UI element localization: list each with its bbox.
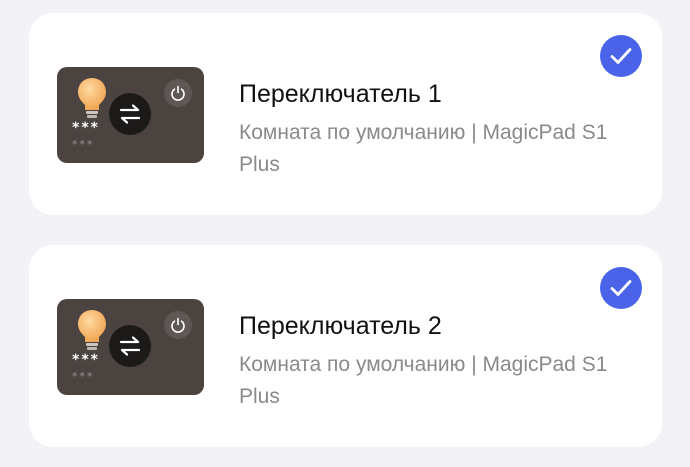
device-name: Переключатель 2 xyxy=(239,312,442,340)
swap-arrows-icon xyxy=(109,325,151,367)
checkmark-icon[interactable] xyxy=(600,267,642,309)
checkmark-icon[interactable] xyxy=(600,35,642,77)
device-name: Переключатель 1 xyxy=(239,80,442,108)
device-card-2[interactable]: *** *** Переключатель 2 Комната по умолч… xyxy=(29,245,662,447)
device-location: Комната по умолчанию | MagicPad S1 Plus xyxy=(239,121,608,176)
device-thumbnail: *** *** xyxy=(57,299,204,395)
thumbnail-secondary-text: *** xyxy=(72,370,95,383)
device-list: *** *** Переключатель 1 Комната по умолч… xyxy=(0,0,690,467)
thumbnail-primary-text: *** xyxy=(72,352,100,368)
power-icon xyxy=(164,79,192,107)
light-bulb-icon xyxy=(78,310,106,350)
power-icon xyxy=(164,311,192,339)
light-bulb-icon xyxy=(78,78,106,118)
device-location: Комната по умолчанию | MagicPad S1 Plus xyxy=(239,353,608,408)
device-card-1[interactable]: *** *** Переключатель 1 Комната по умолч… xyxy=(29,13,662,215)
thumbnail-primary-text: *** xyxy=(72,120,100,136)
thumbnail-secondary-text: *** xyxy=(72,138,95,151)
device-thumbnail: *** *** xyxy=(57,67,204,163)
swap-arrows-icon xyxy=(109,93,151,135)
